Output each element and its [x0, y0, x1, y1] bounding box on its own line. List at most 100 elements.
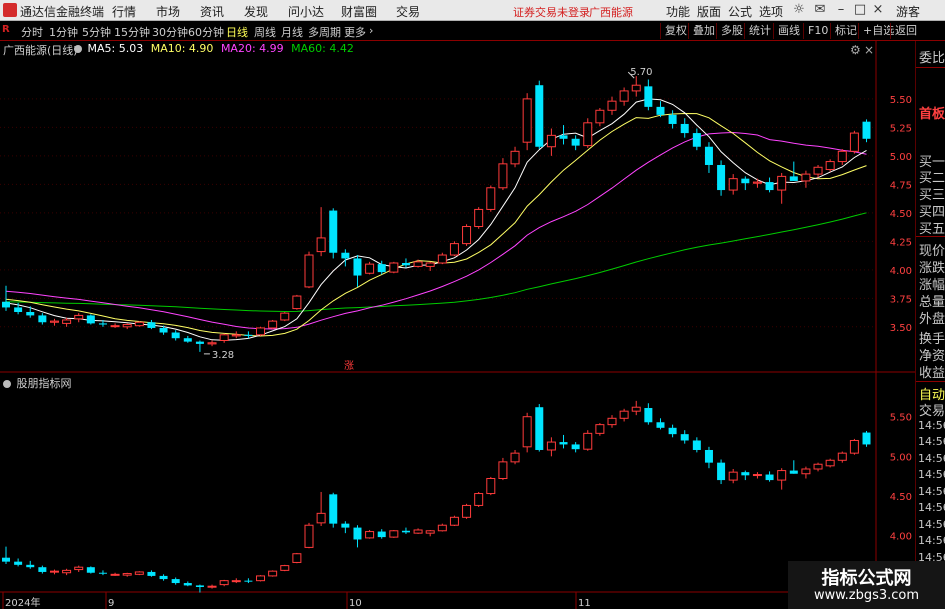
main-candle	[619, 90, 629, 102]
headset-icon[interactable]: ☼	[791, 2, 807, 18]
main-candle	[849, 132, 859, 152]
sub-candle	[304, 524, 314, 548]
sub-candle	[219, 580, 229, 586]
main-candle	[195, 341, 204, 344]
period-monthly[interactable]: 月线	[281, 24, 303, 40]
main-candle	[644, 86, 653, 107]
main-candle	[437, 254, 447, 264]
sub-candle	[425, 530, 435, 534]
user-guest[interactable]: 游客	[896, 3, 920, 20]
sub-candle	[777, 470, 787, 481]
back-button[interactable]: 返回	[890, 23, 921, 39]
main-candle	[704, 146, 713, 165]
menu-caifuquan[interactable]: 财富圈	[341, 3, 377, 20]
menu-banmian[interactable]: 版面	[697, 3, 721, 20]
menu-zixun[interactable]: 资讯	[200, 3, 224, 20]
chart-settings-icon[interactable]: ⚙	[850, 43, 861, 57]
period-15min[interactable]: 15分钟	[114, 24, 150, 40]
mark-button[interactable]: 标记	[830, 23, 861, 39]
main-candle	[341, 252, 350, 259]
menu-faxian[interactable]: 发现	[244, 3, 268, 20]
watermark-url: www.zbgs3.com	[813, 588, 920, 603]
settings-dot-icon[interactable]	[3, 380, 11, 388]
period-30min[interactable]: 30分钟	[152, 24, 188, 40]
close-icon[interactable]: ×	[870, 2, 886, 18]
f10-button[interactable]: F10	[803, 23, 832, 39]
period-60min[interactable]: 60分钟	[188, 24, 224, 40]
side-label-income: 收益	[919, 366, 945, 381]
sub-candle	[631, 406, 641, 412]
kline-chart-area[interactable]: 5.50 5.25 5.00 4.75 4.50 4.25 4.00 3.75 3.50 5.50…	[0, 41, 915, 609]
main-candle	[110, 325, 120, 328]
main-candle	[26, 311, 35, 316]
sub-candle	[377, 531, 386, 538]
mail-icon[interactable]: ✉	[812, 2, 828, 18]
sub-chart-title: 股朋指标网	[3, 375, 72, 391]
period-daily[interactable]: 日线	[226, 24, 248, 40]
menu-gongshi[interactable]: 公式	[728, 3, 752, 20]
period-5min[interactable]: 5分钟	[82, 24, 111, 40]
price-axis-tick: 3.75	[890, 294, 912, 305]
menu-xuanxiang[interactable]: 选项	[759, 3, 783, 20]
price-axis-tick: 3.50	[890, 323, 912, 334]
sub-candle	[668, 427, 677, 435]
price-axis-tick: 4.25	[890, 237, 912, 248]
sub-candle	[801, 468, 811, 475]
main-candle	[498, 163, 508, 189]
period-toolbar: R 分时 1分钟 5分钟 15分钟 30分钟 60分钟 日线 周线 月线 多周期…	[0, 21, 945, 41]
main-candle	[268, 320, 278, 329]
main-candle	[510, 150, 520, 165]
main-candle	[546, 134, 556, 148]
maximize-icon[interactable]: □	[852, 2, 868, 18]
chevron-right-icon[interactable]: ›	[369, 24, 373, 37]
multi-stock-button[interactable]: 多股	[716, 23, 747, 39]
draw-line-button[interactable]: 画线	[773, 23, 804, 39]
main-candle	[401, 262, 410, 266]
main-candle	[680, 123, 689, 134]
kline-chart-svg[interactable]: 5.50 5.25 5.00 4.75 4.50 4.25 4.00 3.75 3.50 5.50…	[0, 41, 915, 609]
period-weekly[interactable]: 周线	[254, 24, 276, 40]
sub-candle	[559, 442, 568, 445]
main-candle	[813, 166, 823, 175]
menu-hangqing[interactable]: 行情	[112, 3, 136, 20]
main-candle	[825, 161, 835, 171]
menu-shichang[interactable]: 市场	[156, 3, 180, 20]
login-status-text[interactable]: 证券交易未登录	[513, 4, 590, 20]
minimize-icon[interactable]: –	[833, 2, 849, 18]
main-candle	[62, 319, 72, 324]
sub-candle	[862, 432, 871, 445]
side-label-buy5: 买五	[919, 222, 945, 237]
sub-candle	[474, 493, 484, 506]
sub-candle	[849, 439, 859, 454]
period-more[interactable]: 更多	[344, 24, 366, 40]
main-candle	[171, 332, 180, 339]
period-fenshi[interactable]: 分时	[21, 24, 43, 40]
period-1min[interactable]: 1分钟	[49, 24, 78, 40]
menu-wenxiaoda[interactable]: 问小达	[288, 3, 324, 20]
stats-button[interactable]: 统计	[744, 23, 775, 39]
fuquan-button[interactable]: 复权	[660, 23, 691, 39]
main-candle	[304, 254, 314, 288]
main-candle	[74, 314, 84, 320]
main-candle	[741, 178, 750, 184]
overlay-button[interactable]: 叠加	[688, 23, 719, 39]
settings-dot-icon[interactable]	[74, 45, 82, 53]
menu-gongneng[interactable]: 功能	[666, 3, 690, 20]
main-candle	[583, 122, 593, 147]
sub-axis-tick: 5.00	[890, 452, 912, 463]
quote-side-panel: 委比 首板 买一 买二 买三 买四 买五 现价 涨跌 涨幅 总量 外盘 换手 净…	[915, 41, 945, 609]
menu-jiaoyi[interactable]: 交易	[396, 3, 420, 20]
period-multi[interactable]: 多周期	[308, 24, 341, 40]
tick-time: 14:56	[918, 518, 945, 531]
main-candle	[147, 322, 156, 328]
sub-candle	[147, 571, 156, 576]
side-label-trade: 交易	[919, 404, 945, 419]
main-candle	[86, 315, 95, 324]
side-label-outer: 外盘	[919, 312, 945, 327]
chart-close-icon[interactable]: ×	[864, 43, 874, 57]
sub-candle	[813, 463, 823, 470]
main-candle	[486, 187, 496, 210]
ma5-line	[5, 98, 867, 341]
sub-candle	[292, 553, 302, 563]
main-candle	[656, 106, 665, 115]
